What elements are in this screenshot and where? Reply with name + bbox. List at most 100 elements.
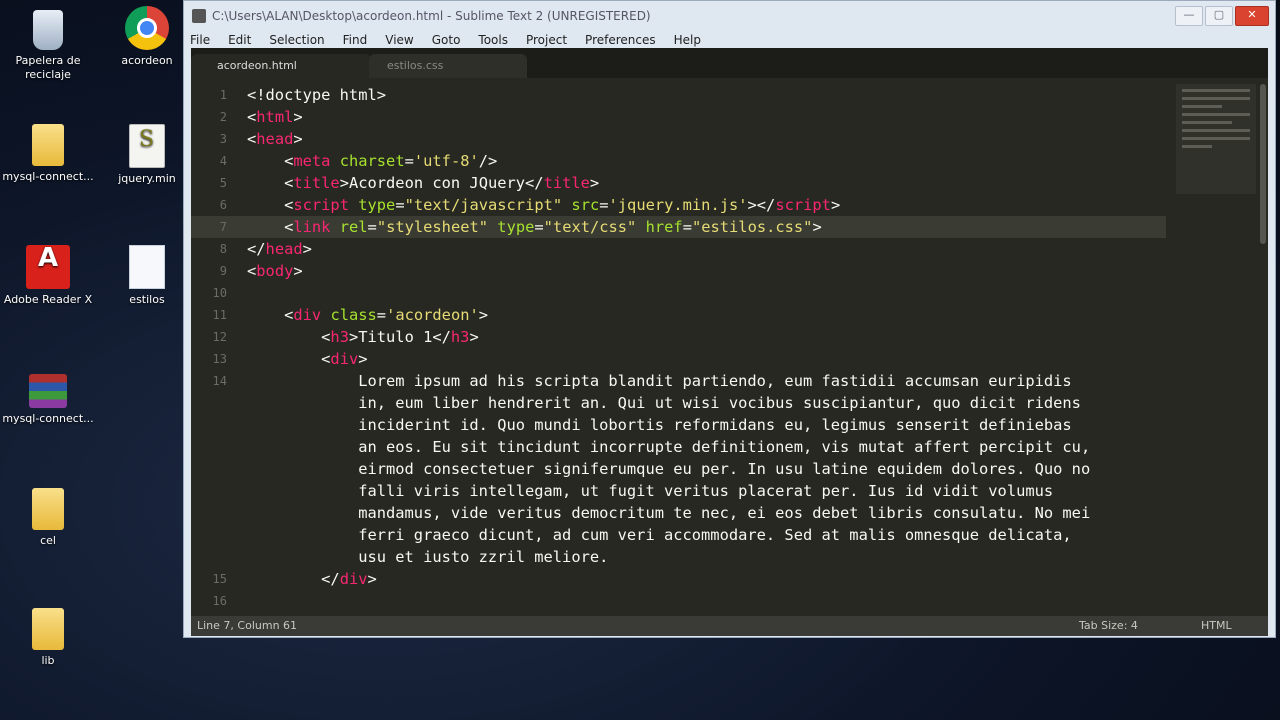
code-line[interactable]: an eos. Eu sit tincidunt incorrupte defi… (191, 436, 1166, 458)
line-text: ferri graeco dicunt, ad cum veri accommo… (247, 524, 1071, 546)
menu-project[interactable]: Project (526, 33, 567, 47)
code-line[interactable]: inciderint id. Quo mundi lobortis reform… (191, 414, 1166, 436)
desktop-icon-jquery[interactable]: jquery.min (99, 124, 195, 186)
line-number: 3 (219, 132, 227, 146)
code-line[interactable]: 4 <meta charset='utf-8'/> (191, 150, 1166, 172)
code-line[interactable]: 1 <!doctype html> (191, 84, 1166, 106)
code-line[interactable]: in, eum liber hendrerit an. Qui ut wisi … (191, 392, 1166, 414)
title-bar[interactable]: C:\Users\ALAN\Desktop\acordeon.html - Su… (184, 1, 1275, 31)
attribute-token: type (358, 196, 396, 214)
tab-acordeon-html[interactable]: acordeon.html (191, 54, 371, 78)
tab-size-selector[interactable]: Tab Size: 4 (1079, 616, 1138, 636)
text-token: = (404, 152, 414, 170)
code-line[interactable]: 9 <body> (191, 260, 1166, 282)
line-text: an eos. Eu sit tincidunt incorrupte defi… (247, 436, 1090, 458)
minimize-button[interactable]: — (1175, 6, 1203, 26)
script-file-icon (129, 124, 165, 168)
code-line[interactable]: 15 </div> (191, 568, 1166, 590)
text-token: usu et iusto zzril meliore. (358, 548, 609, 566)
code-line[interactable]: 3 <head> (191, 128, 1166, 150)
maximize-button[interactable]: ▢ (1205, 6, 1233, 26)
tag-token: title (293, 174, 340, 192)
desktop-icon-recycle-bin[interactable]: Papelera de reciclaje (0, 6, 96, 82)
string-token: "stylesheet" (376, 218, 489, 236)
text-token: < (284, 152, 294, 170)
minimap[interactable] (1176, 84, 1256, 194)
string-token: "text/javascript" (404, 196, 563, 214)
code-line[interactable]: 8 </head> (191, 238, 1166, 260)
line-text: eirmod consectetuer signiferumque eu per… (247, 458, 1090, 480)
code-line[interactable]: falli viris intellegam, ut fugit veritus… (191, 480, 1166, 502)
tag-token: script (293, 196, 349, 214)
text-token: falli viris intellegam, ut fugit veritus… (358, 482, 1054, 500)
tab-estilos-css[interactable]: estilos.css (369, 54, 527, 78)
menu-edit[interactable]: Edit (228, 33, 251, 47)
text-token: inciderint id. Quo mundi lobortis reform… (358, 416, 1072, 434)
code-line[interactable]: 2 <html> (191, 106, 1166, 128)
tag-token: div (339, 570, 368, 588)
text-token: < (247, 130, 257, 148)
attribute-token: type (497, 218, 535, 236)
syntax-selector[interactable]: HTML (1201, 616, 1232, 636)
attribute-token: href (645, 218, 683, 236)
line-text: <div> (247, 348, 367, 370)
line-number: 10 (212, 286, 227, 300)
code-line[interactable]: usu et iusto zzril meliore. (191, 546, 1166, 568)
menu-preferences[interactable]: Preferences (585, 33, 656, 47)
menu-goto[interactable]: Goto (432, 33, 461, 47)
menu-file[interactable]: File (190, 33, 210, 47)
code-line[interactable]: 6 <script type="text/javascript" src='jq… (191, 194, 1166, 216)
line-number: 12 (212, 330, 227, 344)
desktop-icon-mysql-archive[interactable]: mysql-connect... (0, 366, 96, 426)
code-line[interactable]: 14 Lorem ipsum ad his scripta blandit pa… (191, 370, 1166, 392)
line-number: 4 (219, 154, 227, 168)
menu-selection[interactable]: Selection (269, 33, 324, 47)
editor-area[interactable]: acordeon.html estilos.css 1 <!doctype htm… (191, 48, 1268, 616)
desktop-icon-adobe-reader[interactable]: Adobe Reader X (0, 245, 96, 307)
line-number: 2 (219, 110, 227, 124)
menu-help[interactable]: Help (674, 33, 701, 47)
code-line[interactable]: 12 <h3>Titulo 1</h3> (191, 326, 1166, 348)
code-line[interactable]: 11 <div class='acordeon'> (191, 304, 1166, 326)
text-token: > (469, 328, 479, 346)
text-token: > (302, 240, 312, 258)
code-line[interactable]: eirmod consectetuer signiferumque eu per… (191, 458, 1166, 480)
menu-view[interactable]: View (385, 33, 413, 47)
close-button[interactable]: ✕ (1235, 6, 1269, 26)
code-line[interactable]: mandamus, vide veritus democritum te nec… (191, 502, 1166, 524)
line-number: 14 (212, 374, 227, 388)
tag-token: div (293, 306, 322, 324)
code-line[interactable]: 7 <link rel="stylesheet" type="text/css"… (191, 216, 1166, 238)
line-number: 16 (212, 594, 227, 608)
tag-token: div (330, 350, 359, 368)
desktop-icon-cel[interactable]: cel (0, 488, 96, 548)
text-token: < (247, 262, 257, 280)
tag-token: title (543, 174, 590, 192)
desktop-icon-acordeon[interactable]: acordeon (99, 6, 195, 68)
code-view[interactable]: 1 <!doctype html> 2 <html> 3 <head> 4 <meta ch… (191, 84, 1166, 612)
code-line[interactable]: ferri graeco dicunt, ad cum veri accommo… (191, 524, 1166, 546)
line-number: 13 (212, 352, 227, 366)
desktop-icon-estilos[interactable]: estilos (99, 245, 195, 307)
sublime-app-icon (192, 9, 206, 23)
code-line[interactable]: 5 <title>Acordeon con JQuery</title> (191, 172, 1166, 194)
vertical-scrollbar[interactable] (1260, 84, 1266, 244)
code-line[interactable]: 10 (191, 282, 1166, 304)
menu-tools[interactable]: Tools (478, 33, 508, 47)
code-line[interactable]: 13 <div> (191, 348, 1166, 370)
text-token: = (682, 218, 692, 236)
attribute-token: charset (339, 152, 405, 170)
line-number: 7 (219, 220, 227, 234)
text-token: > (293, 130, 303, 148)
tag-token: h3 (330, 328, 349, 346)
code-line[interactable]: 16 (191, 590, 1166, 612)
desktop-icon-lib[interactable]: lib (0, 608, 96, 668)
desktop-icon-label: cel (40, 534, 56, 547)
line-text: Lorem ipsum ad his scripta blandit parti… (247, 370, 1071, 392)
desktop-icon-label: acordeon (121, 54, 173, 67)
menu-find[interactable]: Find (343, 33, 368, 47)
desktop-icon-mysql-folder[interactable]: mysql-connect... (0, 124, 96, 184)
line-text: <meta charset='utf-8'/> (247, 150, 497, 172)
